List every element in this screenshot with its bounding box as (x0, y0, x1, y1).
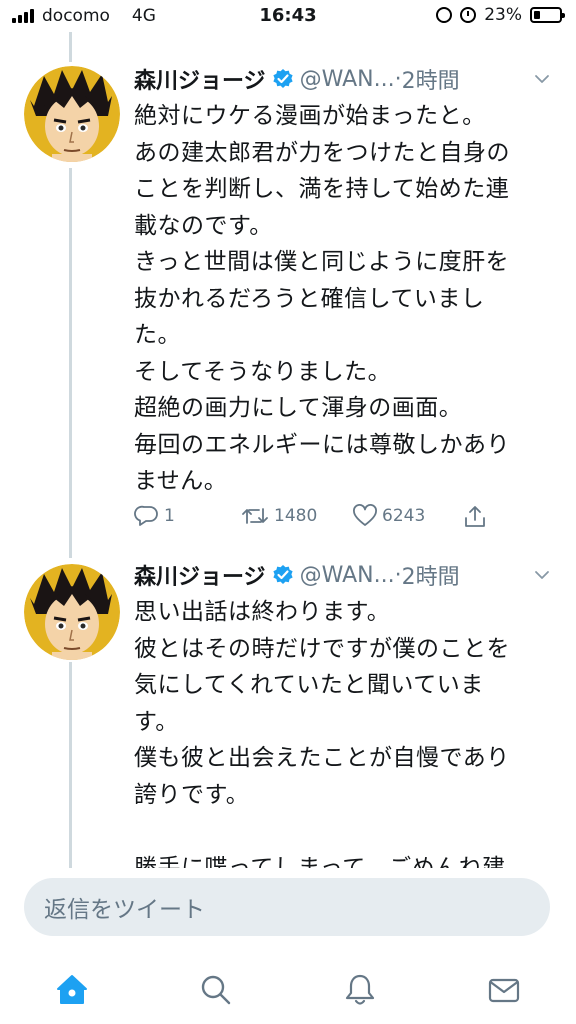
retweet-count: 1480 (274, 506, 318, 526)
tweet-text-line: す。 (134, 708, 179, 735)
author-name[interactable]: 森川ジョージ (134, 560, 266, 591)
separator-dot: · (394, 562, 402, 588)
chevron-down-icon[interactable] (534, 567, 550, 583)
alarm-icon (460, 7, 477, 23)
tweet-text-line: 毎回のエネルギーには尊敬しかあり (134, 431, 510, 458)
tweet-text-line: あの建太郎君が力をつけたと自身の (134, 139, 510, 166)
tweet-text-line: 勝手に喋ってしまって、ごめんね建 (134, 854, 506, 869)
avatar-image (24, 66, 120, 162)
messages-icon (488, 978, 520, 1003)
reply-bar: 返信をツイート (0, 868, 576, 956)
tweet-time[interactable]: 2時間 (402, 63, 460, 95)
retweet-button[interactable]: 1480 (240, 504, 317, 528)
tweet-text-line: 思い出話は終わります。 (134, 599, 391, 625)
heart-icon (353, 504, 377, 526)
retweet-icon (242, 508, 268, 524)
status-bar: docomo 4G 16:43 23% (0, 0, 576, 32)
tweet-text-line: 超絶の画力にして渾身の画面。 (134, 395, 463, 421)
avatar-image (24, 564, 120, 660)
tweet-text-line: 絶対にウケる漫画が始まったと。 (134, 103, 486, 129)
separator-dot: · (394, 66, 402, 92)
tweet-text-line: ことを判断し、満を持して始めた連 (134, 176, 510, 202)
tweet-text-line: きっと世間は僕と同じように度肝を (134, 249, 510, 275)
author-handle[interactable]: @WAN... (300, 563, 395, 588)
avatar[interactable] (24, 564, 120, 660)
tweet-text: 思い出話は終わります。 彼とはその時だけですが僕のことを 気にしてくれていたと聞… (134, 594, 554, 868)
search-icon (201, 975, 231, 1005)
reply-count: 1 (164, 506, 175, 526)
tab-home[interactable] (50, 968, 94, 1012)
tweet-text-line: 気にしてくれていたと聞いていま (134, 672, 484, 698)
tweet-text: 絶対にウケる漫画が始まったと。 あの建太郎君が力をつけたと自身の ことを判断し、… (134, 98, 554, 500)
tweet[interactable]: 森川ジョージ @WAN... · 2時間 絶対にウケる漫画が始まったと。 あの建… (0, 64, 576, 534)
battery-icon (530, 7, 565, 23)
tweet-actions: 1 1480 6243 (134, 504, 504, 540)
reply-icon (134, 505, 158, 526)
tweet-text-line: 誇りです。 (134, 781, 250, 808)
share-button[interactable] (462, 504, 488, 530)
verified-badge-icon (272, 69, 293, 88)
tweet-header: 森川ジョージ @WAN... · 2時間 (134, 64, 550, 94)
tweet-text-line: 僕も彼と出会えたことが自慢であり (134, 745, 510, 771)
like-count: 6243 (382, 506, 426, 526)
home-icon (57, 975, 87, 1004)
tweet-time[interactable]: 2時間 (402, 560, 460, 591)
share-icon (465, 506, 485, 527)
verified-badge-icon (272, 565, 293, 584)
chevron-down-icon[interactable] (534, 71, 550, 87)
orientation-lock-icon (436, 7, 453, 23)
tweet-text-line: そしてそうなりました。 (134, 358, 392, 385)
tab-search[interactable] (194, 968, 238, 1012)
author-name[interactable]: 森川ジョージ (134, 63, 266, 95)
like-button[interactable]: 6243 (352, 504, 425, 528)
reply-input[interactable]: 返信をツイート (24, 878, 550, 936)
reply-placeholder: 返信をツイート (44, 897, 205, 923)
author-handle[interactable]: @WAN... (300, 67, 395, 92)
reply-button[interactable]: 1 (134, 504, 175, 528)
tweet-text-line: た。 (134, 322, 181, 348)
status-right: 23% (436, 5, 565, 25)
battery-percent: 23% (484, 5, 522, 25)
tweet-header: 森川ジョージ @WAN... · 2時間 (134, 560, 550, 590)
tweet[interactable]: 森川ジョージ @WAN... · 2時間 思い出話は終わります。 彼とはその時だ… (0, 560, 576, 868)
battery-fill (534, 11, 540, 19)
avatar[interactable] (24, 66, 120, 162)
tweet-text-line: 彼とはその時だけですが僕のことを (134, 635, 510, 662)
tweet-text-line: 載なのです。 (134, 212, 273, 239)
tab-messages[interactable] (482, 968, 526, 1012)
notifications-icon (345, 974, 375, 1005)
tweet-text-line: 抜かれるだろうと確信していまし (134, 285, 485, 312)
thread-line-top (69, 32, 72, 62)
tab-bar (0, 956, 576, 1024)
tab-notifications[interactable] (338, 968, 382, 1012)
tweet-text-line: ません。 (134, 468, 228, 494)
